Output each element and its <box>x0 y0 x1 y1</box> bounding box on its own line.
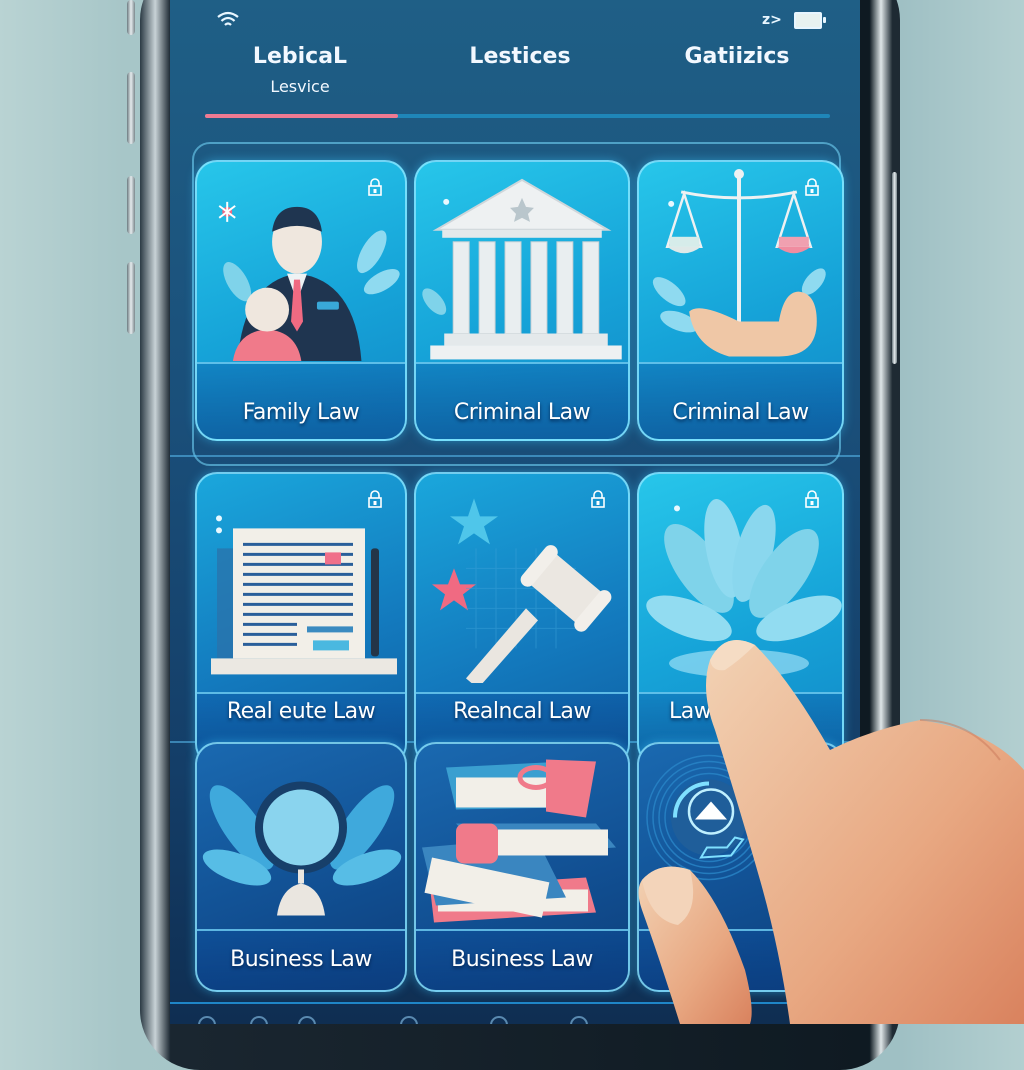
card-label-bar <box>639 928 842 990</box>
courthouse-icon <box>422 178 622 360</box>
card-law-hidden[interactable]: w <box>637 742 844 992</box>
tab-sublabel: Lesvice <box>270 77 330 96</box>
card-criminal-law-scales[interactable]: Criminal Law <box>637 160 844 441</box>
volume-up-button <box>127 72 135 144</box>
row-divider <box>170 455 860 457</box>
nav-search-icon[interactable] <box>298 1016 316 1024</box>
battery-icon <box>794 12 826 29</box>
nav-profile-icon[interactable] <box>250 1016 268 1024</box>
card-label: Criminal Law <box>453 400 591 425</box>
power-button <box>892 172 897 364</box>
card-family-law[interactable]: Family Law <box>195 160 407 441</box>
card-realncal-law[interactable]: Realncal Law <box>414 472 630 766</box>
card-label: w <box>784 947 803 972</box>
lock-icon <box>368 490 382 508</box>
nav-more-icon[interactable] <box>570 1016 588 1024</box>
tab-gatiizics[interactable]: Gatiizics <box>667 44 807 69</box>
card-criminal-law[interactable]: Criminal Law <box>414 160 630 441</box>
card-label: Business Law <box>451 947 593 972</box>
nav-settings-icon[interactable] <box>490 1016 508 1024</box>
status-bar: z> <box>170 8 860 32</box>
tab-lestices[interactable]: Lestices <box>450 44 590 69</box>
wifi-icon <box>217 11 239 26</box>
tab-label: LebicaL <box>252 44 348 69</box>
card-business-law-books[interactable]: Business Law <box>414 742 630 992</box>
nav-chat-icon[interactable] <box>400 1016 418 1024</box>
phone-side-button-lower <box>127 262 135 334</box>
tab-lebical[interactable]: LebicaL Lesvice <box>230 44 370 96</box>
card-label: Law <box>669 699 712 724</box>
bottom-navigation <box>170 1002 860 1024</box>
lock-icon <box>805 178 819 196</box>
tab-indicator-active <box>205 114 398 118</box>
card-label: Realncal Law <box>453 699 591 724</box>
globe-leaves-icon <box>202 781 402 916</box>
phone-side-button-top <box>127 0 135 35</box>
card-label: Family Law <box>242 400 360 425</box>
lock-icon <box>591 490 605 508</box>
volume-down-button <box>127 176 135 234</box>
status-indicator: z> <box>762 12 782 28</box>
tab-label: Gatiizics <box>684 44 790 69</box>
books-icon <box>422 759 616 923</box>
card-label: Real eute Law <box>226 699 376 724</box>
card-business-law[interactable]: Business Law <box>195 742 407 992</box>
card-label: Business Law <box>230 947 372 972</box>
card-law-selected[interactable]: Law <box>637 472 844 766</box>
home-hand-icon <box>646 754 772 881</box>
lock-icon <box>368 178 382 196</box>
card-real-estate-law[interactable]: Real eute Law <box>195 472 407 766</box>
lock-icon <box>805 490 819 508</box>
card-label: Criminal Law <box>672 400 809 425</box>
tab-label: Lestices <box>469 44 571 69</box>
app-screen: z> LebicaL Lesvice Lestices Gatiizics Fa… <box>170 0 860 1024</box>
nav-home-icon[interactable] <box>198 1016 216 1024</box>
